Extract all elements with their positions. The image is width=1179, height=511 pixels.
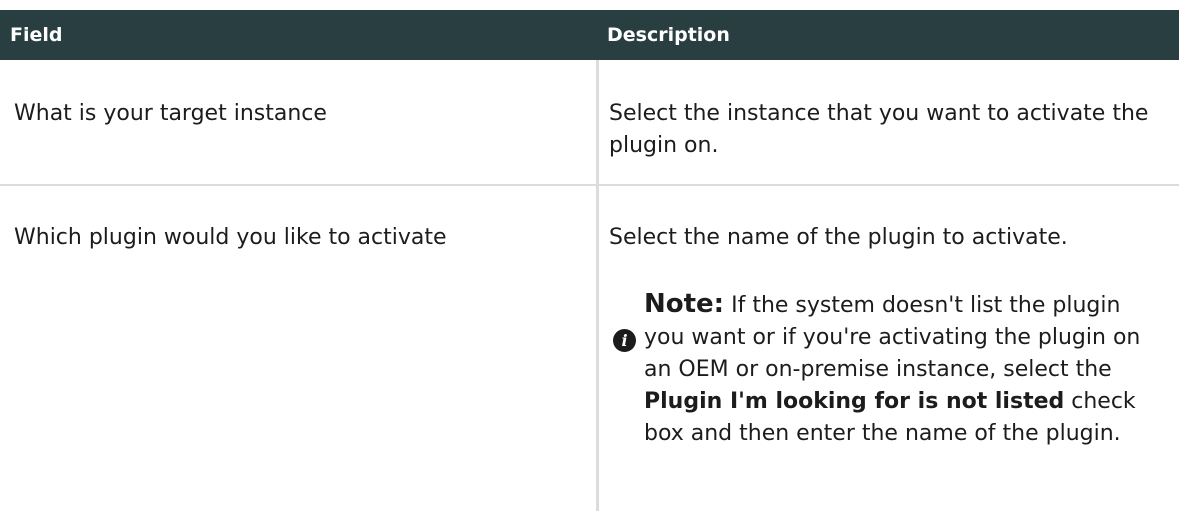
row1-description: Select the instance that you want to act… bbox=[609, 101, 1149, 158]
row1-field: What is your target instance bbox=[14, 101, 327, 126]
note-label: Note: bbox=[644, 289, 725, 319]
column-divider bbox=[596, 60, 599, 511]
row2-field: Which plugin would you like to activate bbox=[14, 225, 447, 250]
note-body: Note: If the system doesn't list the plu… bbox=[644, 288, 1164, 450]
info-icon: i bbox=[613, 329, 636, 352]
row-divider bbox=[0, 184, 1179, 186]
header-description: Description bbox=[607, 24, 730, 46]
table-header: Field Description bbox=[0, 10, 1179, 60]
row2-description: Select the name of the plugin to activat… bbox=[609, 225, 1068, 250]
fields-table: Field Description What is your target in… bbox=[0, 0, 1179, 511]
header-field: Field bbox=[10, 24, 63, 46]
note-bold-option: Plugin I'm looking for is not listed bbox=[644, 389, 1065, 414]
